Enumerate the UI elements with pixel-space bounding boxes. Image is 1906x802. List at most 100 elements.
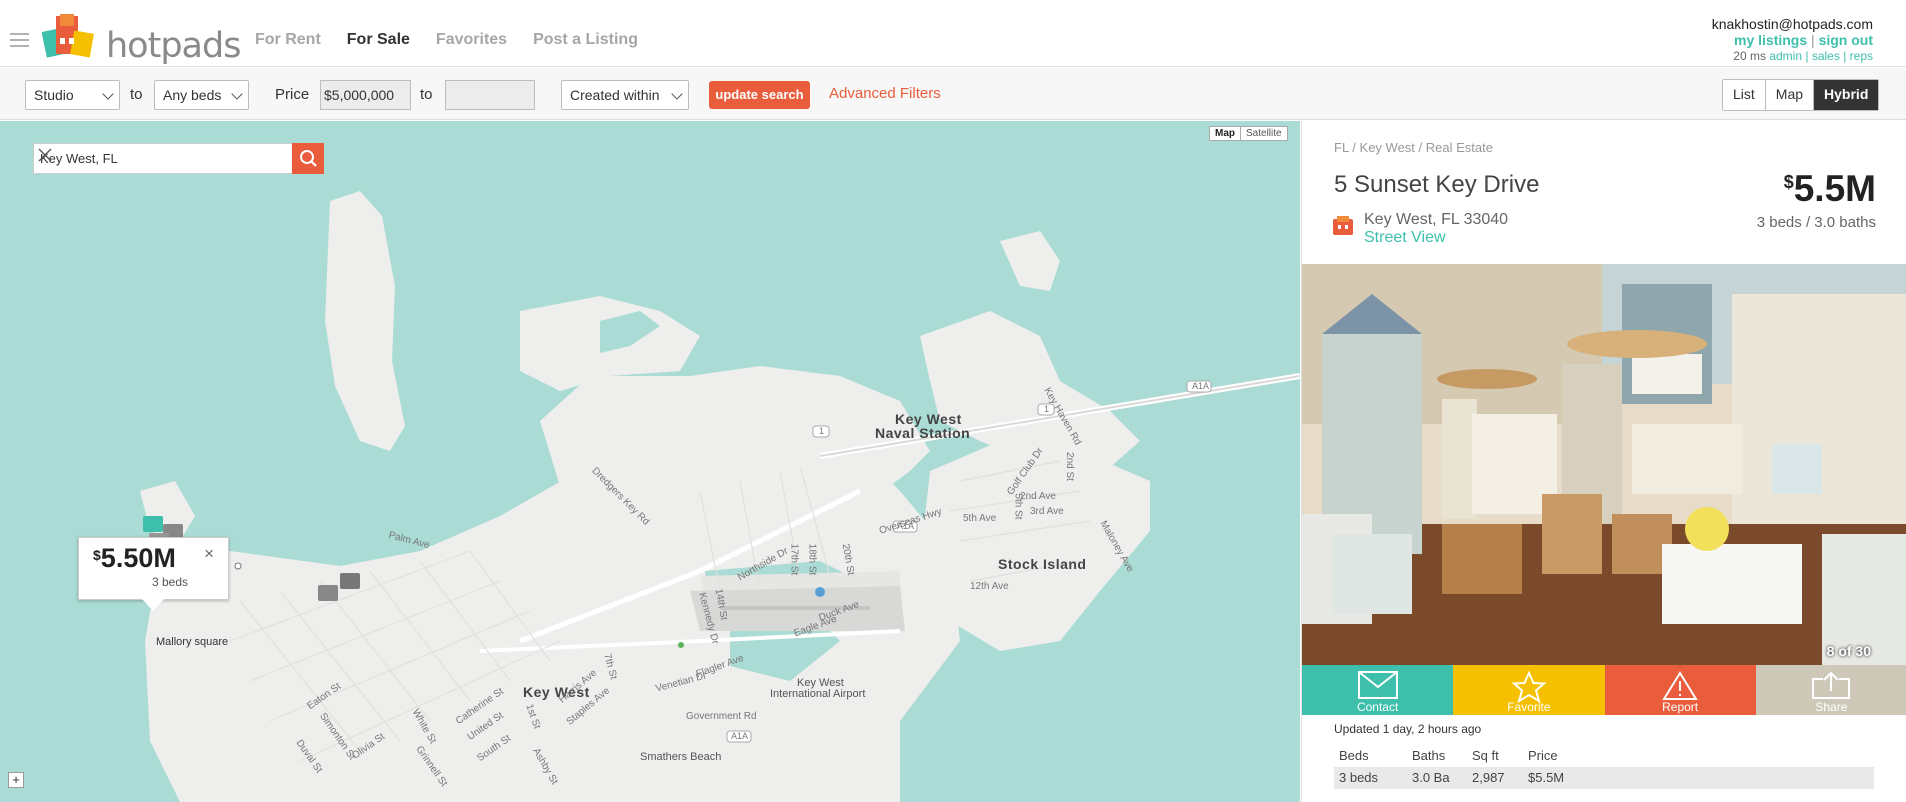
price-min-input[interactable]: $5,000,000	[320, 80, 411, 110]
route-label: 1	[819, 426, 825, 436]
filter-bar: Studio to Any beds Price $5,000,000 to C…	[0, 68, 1906, 120]
close-icon[interactable]	[34, 144, 56, 166]
nav-favorites[interactable]: Favorites	[436, 31, 507, 49]
listing-facts-table: Beds Baths Sq ft Price 3 beds 3.0 Ba 2,9…	[1334, 745, 1874, 789]
min-beds-value: Studio	[34, 87, 74, 103]
map-type-satellite-button[interactable]: Satellite	[1241, 127, 1287, 140]
share-icon	[1812, 671, 1851, 699]
star-icon	[1511, 671, 1547, 703]
street-view-link[interactable]: Street View	[1364, 229, 1446, 247]
view-toggle: List Map Hybrid	[1722, 79, 1880, 111]
breadcrumb[interactable]: FL / Key West / Real Estate	[1334, 140, 1493, 155]
view-hybrid-button[interactable]: Hybrid	[1814, 80, 1879, 110]
map-label: 17th St	[788, 543, 800, 576]
share-button[interactable]: Share	[1755, 665, 1906, 715]
price-max-input[interactable]	[445, 80, 535, 110]
contact-button[interactable]: Contact	[1302, 665, 1454, 715]
user-box: knakhostin@hotpads.com my listings | sig…	[1712, 16, 1873, 64]
table-header: Sq ft	[1472, 748, 1499, 763]
warning-icon	[1662, 671, 1698, 700]
map-canvas[interactable]: Map Satellite Key West Naval Station Sto…	[0, 121, 1300, 802]
nav-post-listing[interactable]: Post a Listing	[533, 31, 638, 49]
main-nav: For Rent For Sale Favorites Post a Listi…	[255, 31, 638, 49]
photo-counter: 8 of 30	[1826, 643, 1871, 659]
route-label: A1A	[1192, 381, 1210, 391]
sales-link[interactable]: sales	[1812, 49, 1840, 63]
map-land	[140, 191, 1300, 802]
location-search-input[interactable]	[34, 144, 259, 173]
map-label: Smathers Beach	[640, 751, 722, 763]
search-button[interactable]	[292, 143, 324, 174]
location-search	[33, 143, 324, 174]
popup-price: $5.50M	[93, 543, 176, 574]
map-label: 12th Ave	[970, 581, 1009, 592]
map-label: International Airport	[770, 688, 866, 700]
listing-price: $5.5M	[1784, 168, 1876, 210]
zoom-in-button[interactable]: +	[8, 772, 24, 788]
popup-price-value: 5.50M	[100, 543, 176, 573]
to-label: to	[420, 86, 433, 103]
report-button[interactable]: Report	[1604, 665, 1756, 715]
share-label: Share	[1815, 700, 1848, 714]
route-label: A1A	[897, 521, 915, 531]
map-listing-popup[interactable]: $5.50M 3 beds ×	[78, 537, 229, 611]
min-beds-select[interactable]: Studio	[25, 80, 120, 110]
created-within-value: Created within	[570, 87, 660, 103]
map-type-map-button[interactable]: Map	[1210, 127, 1241, 140]
route-label: A1A	[731, 731, 749, 741]
currency-symbol: $	[1783, 172, 1794, 192]
listing-price-value: 5.5M	[1793, 168, 1876, 209]
timing-text: 20 ms	[1733, 49, 1766, 63]
favorite-label: Favorite	[1507, 700, 1551, 714]
table-cell: 3 beds	[1339, 770, 1379, 785]
nav-for-rent[interactable]: For Rent	[255, 31, 321, 49]
advanced-filters-link[interactable]: Advanced Filters	[829, 85, 941, 102]
logo-icon	[41, 14, 94, 58]
map-label: 5th St	[1012, 493, 1024, 520]
map-type-toggle: Map Satellite	[1209, 126, 1288, 141]
view-map-button[interactable]: Map	[1765, 80, 1815, 110]
nav-for-sale[interactable]: For Sale	[347, 31, 410, 49]
separator: |	[1811, 32, 1815, 48]
max-beds-select[interactable]: Any beds	[154, 80, 249, 110]
view-list-button[interactable]: List	[1723, 80, 1766, 110]
listing-actions: Contact Favorite Report Share	[1302, 665, 1906, 715]
route-label: 1	[1044, 404, 1050, 414]
map-label: 2nd St	[1063, 452, 1075, 481]
popup-beds: 3 beds	[152, 575, 189, 589]
listing-address: 5 Sunset Key Drive	[1334, 171, 1540, 198]
table-header-row: Beds Baths Sq ft Price	[1334, 745, 1874, 767]
listing-beds-baths: 3 beds / 3.0 baths	[1756, 214, 1876, 231]
separator: |	[1805, 49, 1809, 63]
logo-text: hotpads	[106, 26, 241, 66]
created-within-select[interactable]: Created within	[561, 80, 689, 110]
map-label: 2nd Ave	[1020, 491, 1056, 502]
map-label: Stock Island	[998, 556, 1087, 572]
to-label: to	[130, 86, 143, 103]
my-listings-link[interactable]: my listings	[1734, 32, 1807, 48]
favorite-button[interactable]: Favorite	[1453, 665, 1605, 715]
price-label: Price	[275, 86, 310, 103]
listing-photo[interactable]: 8 of 30	[1302, 264, 1906, 665]
hotpads-logo[interactable]: hotpads	[41, 12, 241, 66]
sign-out-link[interactable]: sign out	[1819, 32, 1873, 48]
map-label: Mallory square	[156, 636, 229, 648]
user-email: knakhostin@hotpads.com	[1711, 16, 1873, 32]
report-label: Report	[1662, 700, 1699, 714]
listing-type-icon	[1333, 216, 1353, 235]
envelope-icon	[1357, 671, 1398, 699]
admin-link[interactable]: admin	[1769, 49, 1802, 63]
update-search-button[interactable]: update search	[709, 81, 810, 109]
menu-icon[interactable]	[10, 33, 29, 48]
table-cell: $5.5M	[1528, 770, 1565, 785]
table-header: Beds	[1339, 748, 1369, 763]
top-header: hotpads For Rent For Sale Favorites Post…	[0, 0, 1906, 67]
close-icon[interactable]: ×	[204, 544, 214, 564]
table-cell: 2,987	[1472, 770, 1505, 785]
updated-timestamp: Updated 1 day, 2 hours ago	[1334, 722, 1482, 736]
listing-detail-panel: FL / Key West / Real Estate 5 Sunset Key…	[1301, 121, 1906, 802]
map-label: 3rd Ave	[1030, 506, 1064, 517]
reps-link[interactable]: reps	[1850, 49, 1873, 63]
separator: |	[1843, 49, 1847, 63]
living-room-photo	[1302, 264, 1906, 665]
